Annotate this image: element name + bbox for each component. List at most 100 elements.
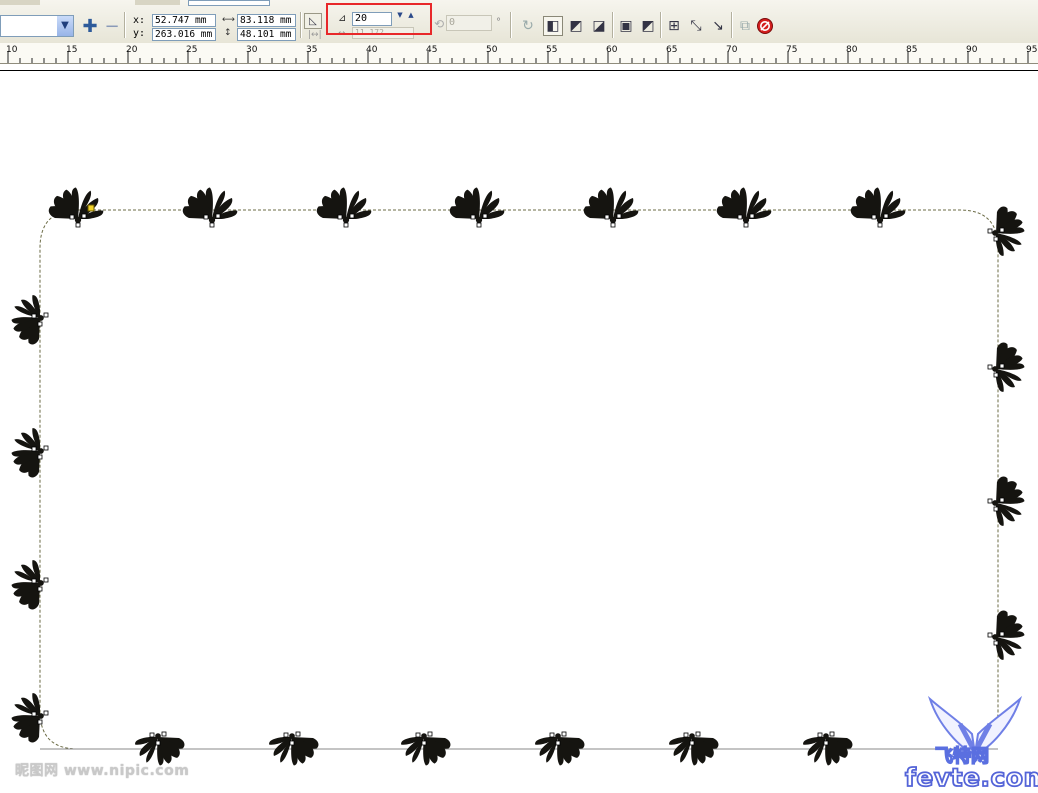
separator	[731, 12, 733, 38]
color-acceleration-icon[interactable]: ◩	[638, 16, 658, 36]
y-position-field[interactable]: 263.016 mm	[152, 28, 216, 41]
ruler-label: 40	[366, 45, 378, 55]
fan-flower-icon[interactable]	[992, 610, 1025, 660]
fan-flower-icon[interactable]	[583, 187, 639, 224]
height-field[interactable]: 48.101 mm	[237, 28, 296, 41]
copy-blend-icon[interactable]: ⧉	[735, 16, 755, 36]
ruler-label: 10	[6, 45, 18, 55]
direct-blend-icon[interactable]: ◧	[543, 16, 563, 36]
preset-dropdown[interactable]: ▼	[0, 15, 74, 37]
rotation-icon: ⟲	[434, 17, 445, 31]
fan-flower-icon[interactable]	[269, 733, 319, 766]
node-handle	[883, 213, 889, 219]
spacing-icon: |↔|	[308, 30, 322, 40]
node-handle	[987, 228, 993, 234]
node-handle	[604, 214, 610, 220]
path-properties-icon[interactable]: ↘	[708, 16, 728, 36]
fan-flower-icon[interactable]	[182, 187, 238, 224]
node-handle	[37, 454, 43, 460]
rotation-input[interactable]: 0	[446, 15, 492, 31]
fan-flower-icon[interactable]	[535, 733, 585, 766]
fan-flower-icon[interactable]	[992, 206, 1025, 256]
fan-flower-icon[interactable]	[11, 428, 44, 478]
toolbar-fragment	[0, 0, 40, 5]
fan-flower-icon[interactable]	[449, 187, 505, 224]
node-handle	[683, 732, 689, 738]
fan-flower-icon[interactable]	[992, 342, 1025, 392]
start-end-properties-icon[interactable]: ⤡	[686, 16, 706, 36]
node-handle	[421, 740, 427, 746]
node-handle	[482, 213, 488, 219]
node-handle	[43, 312, 49, 318]
fan-flower-icon[interactable]	[48, 187, 104, 224]
x-position-field[interactable]: 52.747 mm	[152, 14, 216, 27]
node-handle	[37, 321, 43, 327]
ornament-group[interactable]	[11, 187, 1025, 766]
node-handle	[993, 640, 999, 646]
ruler-label: 45	[426, 45, 437, 55]
node-handle	[616, 213, 622, 219]
blend-path-rectangle[interactable]	[39, 209, 999, 750]
property-bar: ▼ ✚ − x: y: 52.747 mm 263.016 mm ⟷ ↕ 83.…	[0, 0, 1038, 44]
node-handle	[993, 506, 999, 512]
ruler-label: 60	[606, 45, 618, 55]
ruler-label: 95	[1026, 45, 1037, 55]
node-handle	[737, 214, 743, 220]
node-handle	[161, 731, 167, 737]
node-handle	[695, 731, 701, 737]
node-handle	[295, 731, 301, 737]
loop-blend-icon[interactable]: ↻	[518, 16, 538, 36]
node-handle	[743, 222, 749, 228]
blend-start-marker	[87, 204, 95, 212]
fan-flower-icon[interactable]	[11, 693, 44, 743]
fan-flower-icon[interactable]	[669, 733, 719, 766]
ruler-label: 20	[126, 45, 138, 55]
node-handle	[349, 213, 355, 219]
chevron-down-icon[interactable]: ▼	[57, 16, 73, 36]
node-handle	[817, 732, 823, 738]
counterclockwise-blend-icon[interactable]: ◪	[589, 16, 609, 36]
width-icon: ⟷	[222, 15, 235, 25]
node-handle	[155, 740, 161, 746]
node-handle	[823, 740, 829, 746]
clear-blend-icon[interactable]	[755, 16, 775, 36]
node-handle	[610, 222, 616, 228]
node-handle	[871, 214, 877, 220]
fan-flower-icon[interactable]	[803, 733, 853, 766]
height-icon: ↕	[224, 28, 232, 38]
node-handle	[999, 497, 1005, 503]
node-handle	[877, 222, 883, 228]
ruler-label: 85	[906, 45, 917, 55]
fan-flower-icon[interactable]	[850, 187, 906, 224]
ruler-label: 90	[966, 45, 978, 55]
node-handle	[69, 214, 75, 220]
fan-flower-icon[interactable]	[11, 560, 44, 610]
horizontal-ruler[interactable]: 10 15 20 25 30 35 40 45 50 55 60 65 70 75 80 85 90 95	[0, 43, 1038, 64]
node-handle	[43, 445, 49, 451]
blend-options-icon[interactable]: ⊞	[664, 16, 684, 36]
ruler-label: 80	[846, 45, 858, 55]
node-handle	[999, 631, 1005, 637]
remove-preset-icon[interactable]: −	[102, 16, 122, 37]
clockwise-blend-icon[interactable]: ◩	[566, 16, 586, 36]
add-preset-icon[interactable]: ✚	[80, 16, 100, 37]
fan-flower-icon[interactable]	[11, 295, 44, 345]
width-field[interactable]: 83.118 mm	[237, 14, 296, 27]
fan-flower-icon[interactable]	[316, 187, 372, 224]
fan-flower-icon[interactable]	[716, 187, 772, 224]
drawing-canvas[interactable]	[0, 71, 1038, 793]
node-handle	[549, 732, 555, 738]
node-handle	[415, 732, 421, 738]
fan-flower-icon[interactable]	[992, 476, 1025, 526]
node-handle	[993, 372, 999, 378]
fan-flower-icon[interactable]	[401, 733, 451, 766]
rotation-unit: °	[496, 17, 501, 28]
separator	[124, 12, 126, 38]
node-handle	[749, 213, 755, 219]
object-acceleration-icon[interactable]: ▣	[616, 16, 636, 36]
node-handle	[999, 227, 1005, 233]
node-handle	[149, 732, 155, 738]
node-handle	[999, 363, 1005, 369]
blend-object-icon[interactable]: ◺	[304, 13, 322, 29]
node-handle	[689, 740, 695, 746]
